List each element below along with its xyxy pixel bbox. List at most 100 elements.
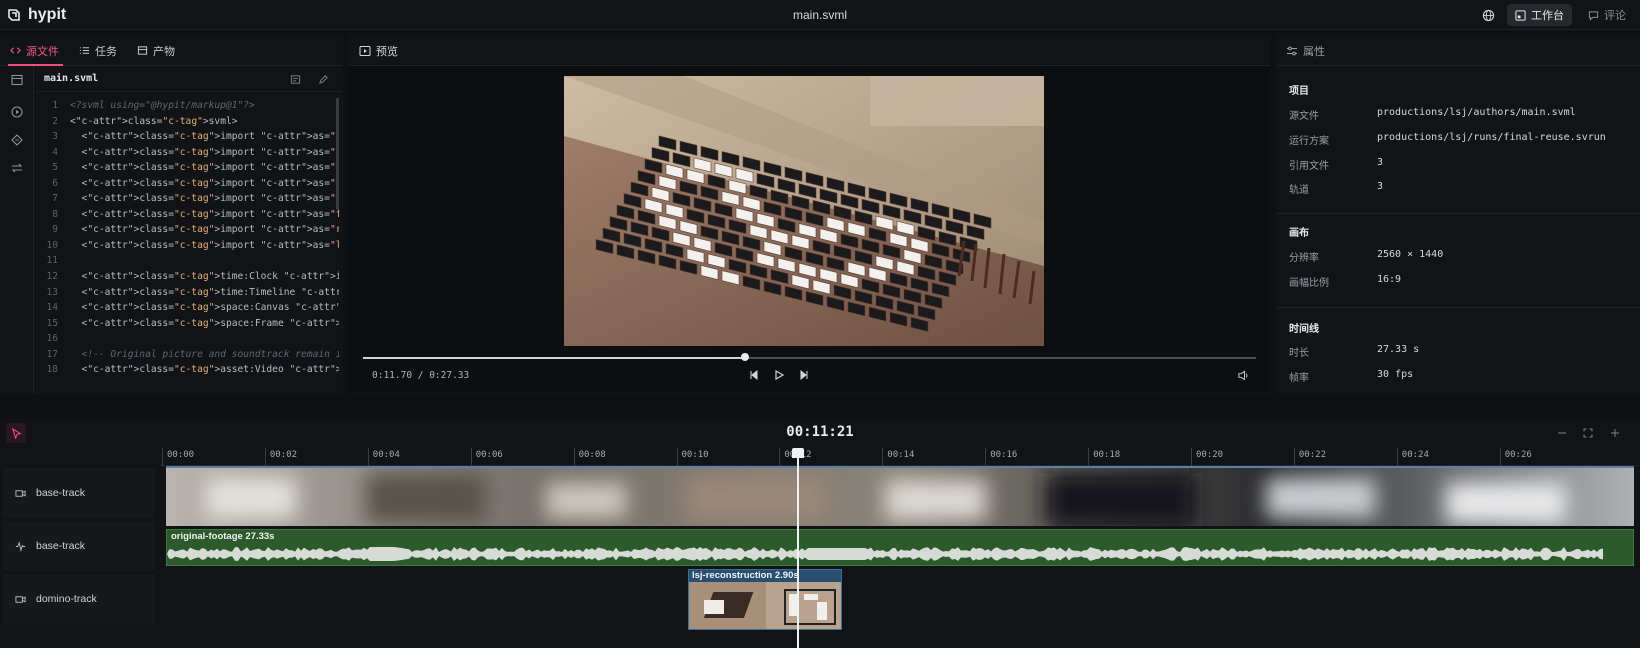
comment-icon: [1588, 10, 1599, 21]
code-line[interactable]: 8 <"c-attr">class="c-tag">import "c-attr…: [34, 207, 339, 223]
skip-back-icon: [750, 370, 758, 380]
track-header-base-audio[interactable]: base-track: [3, 521, 155, 571]
progress-bar[interactable]: [363, 353, 1256, 361]
zoom-in-button[interactable]: [1607, 425, 1623, 441]
line-number: 4: [52, 146, 58, 158]
canvas-section-title: 画布: [1289, 228, 1309, 239]
code-text: <"c-attr">class="c-tag">time:Timeline "c…: [70, 286, 339, 298]
line-number: 14: [46, 302, 58, 314]
code-line[interactable]: 2 <"c-attr">class="c-tag">svml>: [34, 114, 339, 130]
prop-value: 3: [1377, 157, 1384, 168]
time-ruler[interactable]: 00:0000:0200:0400:0600:0800:1000:1200:14…: [160, 448, 1640, 466]
preview-title-label: 预览: [376, 45, 398, 58]
code-line[interactable]: 1 <?svml using="@hypit/markup@1"?>: [34, 98, 339, 114]
comments-button[interactable]: 评论: [1580, 4, 1634, 26]
workspace-icon: [1515, 9, 1526, 21]
prop-value: 16:9: [1377, 274, 1402, 285]
swap-icon: [11, 163, 23, 173]
ruler-tick: 00:20: [1191, 448, 1223, 466]
format-icon: [290, 74, 300, 84]
previous-button[interactable]: [746, 367, 762, 383]
code-text: <?svml using="@hypit/markup@1"?>: [70, 100, 255, 111]
rail-play-button[interactable]: [0, 98, 34, 126]
code-line[interactable]: 14 <"c-attr">class="c-tag">space:Canvas …: [34, 300, 339, 316]
prop-key: 源文件: [1289, 111, 1319, 122]
prop-key: 运行方案: [1289, 136, 1329, 147]
tab-artifacts[interactable]: 产物: [127, 36, 185, 66]
timeline-panel: 00:11:21 00:00 00:02 00:04 00:06 00:08 00:10 0…: [0, 418, 1640, 648]
code-line[interactable]: 10 <"c-attr">class="c-tag">import "c-att…: [34, 238, 339, 254]
format-button[interactable]: [287, 71, 303, 87]
video-clip-lsj-reconstruction[interactable]: lsj-reconstruction 2.90s: [688, 569, 842, 630]
code-text: <"c-attr">class="c-tag">import "c-attr">…: [70, 224, 339, 236]
rail-code-button[interactable]: [0, 126, 34, 154]
zoom-out-button[interactable]: [1554, 425, 1570, 441]
ruler-tick: 00:08: [573, 448, 606, 466]
timeline-header: 00:11:21: [0, 418, 1640, 448]
code-line[interactable]: 18 <"c-attr">class="c-tag">asset:Video "…: [34, 362, 339, 378]
track-header-base-video[interactable]: base-track: [3, 468, 155, 518]
source-panel-tabs: 源文件 任务 产物: [0, 36, 343, 66]
tab-tasks[interactable]: 任务: [69, 36, 127, 66]
code-line[interactable]: 17 <!-- Original picture and soundtrack …: [34, 347, 339, 363]
code-line[interactable]: 7 <"c-attr">class="c-tag">import "c-attr…: [34, 191, 339, 207]
video-frame[interactable]: [564, 76, 1044, 346]
code-line[interactable]: 11: [34, 253, 339, 269]
video-icon: [15, 595, 26, 603]
ruler-tick: 00:04: [367, 448, 400, 466]
language-button[interactable]: [1477, 4, 1499, 26]
volume-button[interactable]: [1235, 367, 1251, 383]
line-number: 10: [46, 239, 58, 251]
rail-swap-button[interactable]: [0, 154, 34, 182]
box-icon: [137, 46, 148, 55]
code-scrollbar[interactable]: [336, 98, 339, 210]
side-rail: [0, 66, 34, 394]
code-line[interactable]: 4 <"c-attr">class="c-tag">import "c-attr…: [34, 145, 339, 161]
tab-tasks-label: 任务: [95, 45, 117, 58]
code-line[interactable]: 16: [34, 331, 339, 347]
prop-value: productions/lsj/runs/final-reuse.svrun: [1377, 132, 1606, 143]
track-label: base-track: [36, 487, 86, 499]
canvas-section: 画布 分辨率 2560 × 1440 画幅比例 16:9: [1276, 214, 1640, 308]
tab-source-files[interactable]: 源文件: [0, 36, 69, 66]
rail-layout-button[interactable]: [0, 66, 34, 94]
code-line[interactable]: 5 <"c-attr">class="c-tag">import "c-attr…: [34, 160, 339, 176]
video-clip-original[interactable]: [166, 466, 1634, 526]
prop-key: 帧率: [1289, 373, 1309, 384]
comments-label: 评论: [1604, 10, 1626, 22]
timeline-section-title: 时间线: [1289, 324, 1319, 335]
next-button[interactable]: [796, 367, 812, 383]
track-header-domino[interactable]: domino-track: [3, 574, 155, 624]
code-text: <"c-attr">class="c-tag">space:Canvas "c-…: [70, 302, 339, 314]
progress-knob[interactable]: [741, 353, 750, 361]
timeline-current-time: 00:11:21: [786, 424, 854, 440]
line-number: 15: [46, 317, 58, 329]
edit-button[interactable]: [315, 71, 331, 87]
plus-icon: [1611, 429, 1619, 437]
code-line[interactable]: 9 <"c-attr">class="c-tag">import "c-attr…: [34, 222, 339, 238]
playhead[interactable]: [797, 448, 799, 648]
play-button[interactable]: [771, 367, 787, 383]
globe-icon: [1482, 9, 1494, 21]
workspace-button[interactable]: 工作台: [1507, 4, 1572, 26]
code-text: <"c-attr">class="c-tag">import "c-attr">…: [70, 193, 339, 205]
video-icon: [15, 489, 26, 497]
overlay-thumbnails: [689, 582, 841, 629]
prop-key: 分辨率: [1289, 253, 1319, 264]
track-headers: base-track base-track domino-track: [0, 468, 157, 648]
ruler-tick: 00:18: [1088, 448, 1120, 466]
properties-panel: 属性 项目 源文件 productions/lsj/authors/main.sv…: [1276, 36, 1640, 394]
code-line[interactable]: 6 <"c-attr">class="c-tag">import "c-attr…: [34, 176, 339, 192]
code-line[interactable]: 3 <"c-attr">class="c-tag">import "c-attr…: [34, 129, 339, 145]
audio-clip-original-footage[interactable]: original-footage 27.33s: [166, 529, 1634, 566]
fit-button[interactable]: [1580, 425, 1596, 441]
brand-logo[interactable]: hypit: [6, 6, 66, 24]
code-editor[interactable]: 1 <?svml using="@hypit/markup@1"?> 2 <"c-at…: [34, 98, 339, 394]
code-line[interactable]: 13 <"c-attr">class="c-tag">time:Timeline…: [34, 285, 339, 301]
prop-value: 3: [1377, 181, 1384, 192]
overlay-clip-label: lsj-reconstruction 2.90s: [692, 570, 799, 581]
code-line[interactable]: 12 <"c-attr">class="c-tag">time:Clock "c…: [34, 269, 339, 285]
domino-scene-image: [564, 76, 1044, 346]
file-bar: main.svml: [34, 66, 343, 92]
code-line[interactable]: 15 <"c-attr">class="c-tag">space:Frame "…: [34, 316, 339, 332]
